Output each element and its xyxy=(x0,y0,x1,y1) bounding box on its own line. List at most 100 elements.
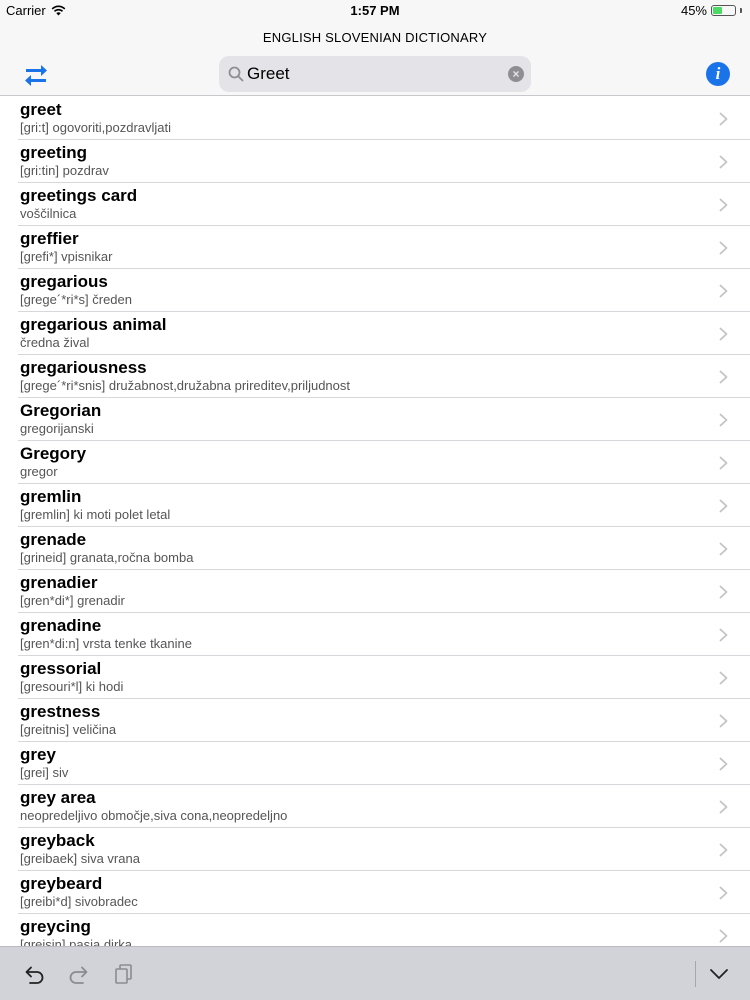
entry-word: Gregorian xyxy=(20,401,102,420)
entry-translation: [greibaek] siva vrana xyxy=(20,851,140,866)
entry-translation: gregorijanski xyxy=(20,421,94,436)
entry-word: gremlin xyxy=(20,487,82,506)
list-item[interactable]: grey [grei] siv xyxy=(18,742,750,785)
list-item[interactable]: greycing [greisin] pasja dirka xyxy=(18,914,750,946)
paste-button[interactable] xyxy=(112,963,136,985)
dismiss-keyboard-button[interactable] xyxy=(707,963,731,985)
entry-translation: [grefi*] vpisnikar xyxy=(20,249,113,264)
toolbar-divider xyxy=(695,961,696,987)
chevron-right-icon xyxy=(719,843,728,857)
entry-word: Gregory xyxy=(20,444,87,463)
entry-word: gregarious animal xyxy=(20,315,167,334)
entry-translation: [grege´*ri*snis] družabnost,družabna pri… xyxy=(20,378,350,393)
entry-word: grenade xyxy=(20,530,87,549)
entry-translation: [gremlin] ki moti polet letal xyxy=(20,507,171,522)
entry-word: greybeard xyxy=(20,874,103,893)
chevron-right-icon xyxy=(719,413,728,427)
redo-button[interactable] xyxy=(67,963,91,985)
entry-word: greycing xyxy=(20,917,91,936)
list-item[interactable]: greffier [grefi*] vpisnikar xyxy=(18,226,750,269)
battery-icon xyxy=(711,5,736,16)
entry-translation: [grineid] granata,ročna bomba xyxy=(20,550,194,565)
chevron-right-icon xyxy=(719,112,728,126)
entry-word: greffier xyxy=(20,229,79,248)
list-item[interactable]: grenade [grineid] granata,ročna bomba xyxy=(18,527,750,570)
page-title: ENGLISH SLOVENIAN DICTIONARY xyxy=(262,30,488,45)
battery-percent: 45% xyxy=(680,3,707,18)
undo-icon xyxy=(25,966,44,984)
list-item[interactable]: greeting [gri:tin] pozdrav xyxy=(18,140,750,183)
entry-word: greetings card xyxy=(20,186,138,205)
swap-arrows-icon xyxy=(25,65,47,86)
chevron-right-icon xyxy=(719,284,728,298)
list-item[interactable]: Gregory gregor xyxy=(18,441,750,484)
list-item[interactable]: grenadier [gren*di*] grenadir xyxy=(18,570,750,613)
list-item[interactable]: grestness [greitnis] veličina xyxy=(18,699,750,742)
entry-word: gregariousness xyxy=(20,358,147,377)
entry-translation: [greibi*d] sivobradec xyxy=(20,894,138,909)
chevron-right-icon xyxy=(719,198,728,212)
undo-button[interactable] xyxy=(22,963,46,985)
clock: 1:57 PM xyxy=(350,3,400,18)
chevron-right-icon xyxy=(719,886,728,900)
clipboard-icon xyxy=(115,964,132,984)
search-bar[interactable]: × xyxy=(219,56,531,92)
chevron-right-icon xyxy=(719,155,728,169)
status-bar: Carrier 1:57 PM 45% xyxy=(0,0,750,22)
results-list[interactable]: greet [gri:t] ogovoriti,pozdravljati greet… xyxy=(0,97,750,946)
list-item[interactable]: grenadine [gren*di:n] vrsta tenke tkanine xyxy=(18,613,750,656)
chevron-right-icon xyxy=(719,929,728,943)
entry-translation: gregor xyxy=(20,464,58,479)
keyboard-toolbar xyxy=(0,946,750,1000)
list-item[interactable]: greybeard [greibi*d] sivobradec xyxy=(18,871,750,914)
chevron-right-icon xyxy=(719,499,728,513)
chevron-down-icon xyxy=(710,969,728,979)
battery-tip xyxy=(740,8,742,13)
entry-translation: [greitnis] veličina xyxy=(20,722,117,737)
battery-fill xyxy=(713,7,723,14)
list-item[interactable]: Gregorian gregorijanski xyxy=(18,398,750,441)
entry-translation: [gri:t] ogovoriti,pozdravljati xyxy=(20,120,172,135)
entry-word: grenadine xyxy=(20,616,102,635)
list-item[interactable]: gremlin [gremlin] ki moti polet letal xyxy=(18,484,750,527)
entry-word: gressorial xyxy=(20,659,102,678)
chevron-right-icon xyxy=(719,800,728,814)
entry-translation: [greisin] pasja dirka xyxy=(20,937,132,946)
chevron-right-icon xyxy=(719,714,728,728)
entry-translation: [grei] siv xyxy=(20,765,69,780)
entry-translation: čredna žival xyxy=(20,335,90,350)
list-item[interactable]: gregarious [grege´*ri*s] čreden xyxy=(18,269,750,312)
list-item[interactable]: gressorial [gresouri*l] ki hodi xyxy=(18,656,750,699)
entry-translation: neopredeljivo območje,siva cona,neoprede… xyxy=(20,808,288,823)
chevron-right-icon xyxy=(719,456,728,470)
list-item[interactable]: gregariousness [grege´*ri*snis] družabnos… xyxy=(18,355,750,398)
list-item[interactable]: grey area neopredeljivo območje,siva cona… xyxy=(18,785,750,828)
chevron-right-icon xyxy=(719,542,728,556)
entry-translation: [grege´*ri*s] čreden xyxy=(20,292,132,307)
entry-translation: voščilnica xyxy=(20,206,77,221)
entry-translation: [gresouri*l] ki hodi xyxy=(20,679,124,694)
search-input[interactable] xyxy=(247,60,497,88)
chevron-right-icon xyxy=(719,370,728,384)
list-item[interactable]: gregarious animal čredna žival xyxy=(18,312,750,355)
chevron-right-icon xyxy=(719,628,728,642)
list-item[interactable]: greetings card voščilnica xyxy=(18,183,750,226)
entry-word: greyback xyxy=(20,831,95,850)
entry-word: gregarious xyxy=(20,272,108,291)
swap-language-button[interactable] xyxy=(22,60,50,88)
chevron-right-icon xyxy=(719,757,728,771)
chevron-right-icon xyxy=(719,585,728,599)
redo-icon xyxy=(69,966,88,984)
info-icon[interactable]: i xyxy=(706,62,730,86)
entry-translation: [gren*di*] grenadir xyxy=(20,593,125,608)
chevron-right-icon xyxy=(719,241,728,255)
entry-word: grestness xyxy=(20,702,101,721)
chevron-right-icon xyxy=(719,671,728,685)
chevron-right-icon xyxy=(719,327,728,341)
battery-indicator: 45% xyxy=(681,3,742,18)
list-item[interactable]: greet [gri:t] ogovoriti,pozdravljati xyxy=(18,97,750,140)
clear-icon[interactable]: × xyxy=(508,66,524,82)
entry-word: greeting xyxy=(20,143,88,162)
list-item[interactable]: greyback [greibaek] siva vrana xyxy=(18,828,750,871)
navigation-bar: ENGLISH SLOVENIAN DICTIONARY × i xyxy=(0,22,750,96)
